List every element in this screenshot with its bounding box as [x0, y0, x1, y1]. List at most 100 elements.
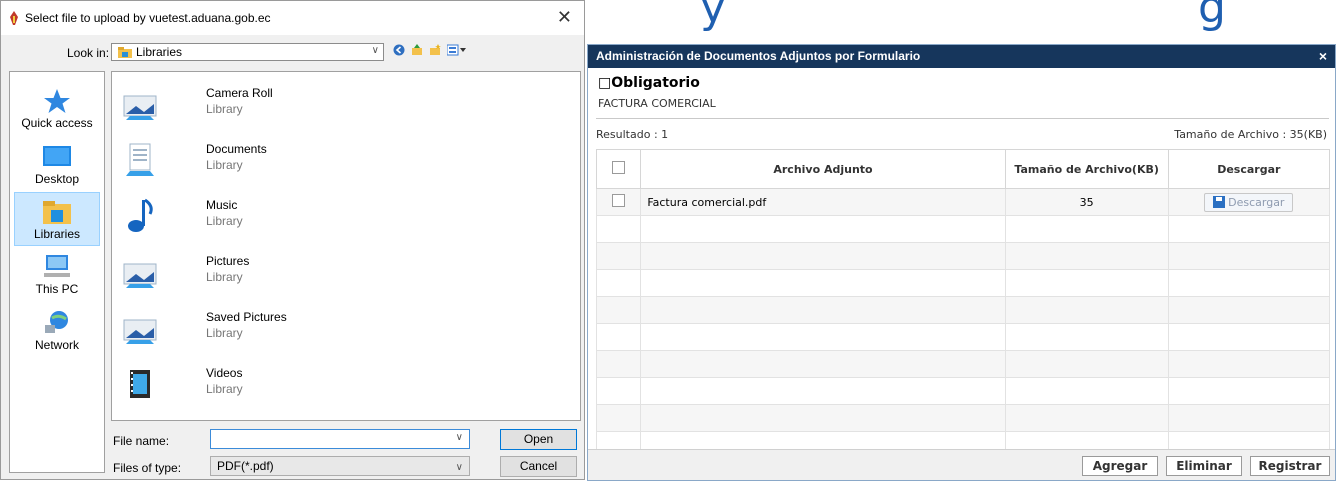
- panel-title: Administración de Documentos Adjuntos po…: [596, 49, 921, 63]
- place-this-pc[interactable]: This PC: [14, 248, 100, 302]
- videos-library-icon: [130, 370, 150, 398]
- result-count: Resultado : 1: [596, 128, 669, 141]
- file-name: Saved Pictures: [206, 310, 287, 324]
- dialog-title: Select file to upload by vuetest.aduana.…: [25, 11, 271, 25]
- file-type: Library: [206, 158, 243, 172]
- pictures-library-icon: [123, 263, 157, 288]
- documents-library-icon: [126, 143, 154, 176]
- place-libraries[interactable]: Libraries: [14, 192, 100, 246]
- column-header: Descargar: [1167, 149, 1331, 189]
- list-item[interactable]: Saved Pictures Library: [120, 306, 420, 358]
- file-name: Music: [206, 198, 238, 212]
- list-item[interactable]: Videos Library: [120, 362, 420, 414]
- table-header: Archivo Adjunto Tamaño de Archivo(KB) De…: [595, 149, 1331, 189]
- column-header: Tamaño de Archivo(KB): [1004, 149, 1169, 189]
- star-icon: [44, 89, 70, 113]
- place-label: Quick access: [21, 116, 93, 130]
- pictures-library-icon: [123, 319, 157, 344]
- empty-row: [595, 323, 1331, 351]
- close-icon[interactable]: ×: [1319, 45, 1327, 68]
- save-icon: [1213, 196, 1226, 208]
- background-partial-heading: yg: [700, 0, 1228, 33]
- file-name: Pictures: [206, 254, 250, 268]
- select-all-checkbox[interactable]: [612, 161, 626, 174]
- back-icon[interactable]: [393, 44, 405, 56]
- empty-row: [595, 377, 1331, 405]
- file-name-label: File name:: [113, 434, 170, 448]
- list-item[interactable]: Camera Roll Library: [120, 82, 420, 134]
- up-folder-icon[interactable]: [411, 44, 423, 56]
- file-name: Videos: [206, 366, 243, 380]
- new-folder-icon[interactable]: [429, 44, 441, 56]
- file-name-input[interactable]: ∨: [210, 429, 470, 449]
- nav-toolbar: [393, 44, 467, 56]
- place-network[interactable]: Network: [14, 304, 100, 358]
- place-label: Libraries: [33, 227, 81, 241]
- file-name: Camera Roll: [206, 86, 273, 100]
- look-in-label: Look in:: [67, 46, 110, 60]
- browser-icon: [10, 11, 18, 25]
- column-header: Archivo Adjunto: [640, 149, 1006, 189]
- file-type: Library: [206, 326, 243, 340]
- register-button[interactable]: Registrar: [1250, 456, 1330, 476]
- view-menu-icon[interactable]: [447, 44, 467, 56]
- total-size: Tamaño de Archivo : 35(KB): [1174, 128, 1327, 141]
- place-label: Network: [34, 338, 79, 352]
- empty-row: [595, 215, 1331, 243]
- divider: [596, 118, 1329, 119]
- file-list: Camera Roll Library Documents Library Mu…: [111, 71, 581, 421]
- size-cell: 35: [1004, 188, 1169, 216]
- select-all-checkbox-cell: [595, 149, 642, 189]
- delete-button[interactable]: Eliminar: [1166, 456, 1242, 476]
- file-type: Library: [206, 382, 243, 396]
- chevron-down-icon: ∨: [371, 45, 379, 56]
- empty-row: [595, 404, 1331, 432]
- look-in-row: Look in: Libraries ∨: [1, 41, 584, 65]
- attachments-table: Archivo Adjunto Tamaño de Archivo(KB) De…: [595, 149, 1331, 459]
- libraries-icon: [43, 201, 71, 224]
- open-button[interactable]: Open: [500, 429, 577, 450]
- file-type-row: Files of type: PDF(*.pdf) ∨ Cancel: [113, 456, 583, 478]
- look-in-dropdown[interactable]: Libraries ∨: [111, 43, 384, 61]
- place-label: This PC: [35, 282, 79, 296]
- place-label: Desktop: [34, 172, 80, 186]
- row-checkbox[interactable]: [612, 194, 626, 207]
- file-type-label: Files of type:: [113, 461, 182, 475]
- empty-row: [595, 242, 1331, 270]
- table-row: Factura comercial.pdf 35 Descargar: [595, 188, 1331, 216]
- required-heading: □Obligatorio: [598, 75, 700, 91]
- computer-icon: [44, 255, 70, 277]
- pictures-library-icon: [123, 95, 157, 120]
- file-upload-dialog: Select file to upload by vuetest.aduana.…: [0, 0, 585, 480]
- attachments-panel: Administración de Documentos Adjuntos po…: [587, 44, 1336, 481]
- chevron-down-icon[interactable]: ∨: [456, 432, 463, 443]
- file-cell: Factura comercial.pdf: [640, 188, 1006, 216]
- libraries-folder-icon: [118, 46, 132, 58]
- places-bar: Quick access Desktop Libraries This PC N…: [9, 71, 105, 473]
- list-item[interactable]: Pictures Library: [120, 250, 420, 302]
- place-desktop[interactable]: Desktop: [14, 138, 100, 192]
- file-type-select[interactable]: PDF(*.pdf) ∨: [210, 456, 470, 476]
- empty-row: [595, 296, 1331, 324]
- chevron-down-icon: ∨: [455, 462, 463, 473]
- panel-titlebar: Administración de Documentos Adjuntos po…: [588, 45, 1335, 68]
- file-type: Library: [206, 270, 243, 284]
- dialog-titlebar: Select file to upload by vuetest.aduana.…: [1, 1, 584, 35]
- download-button[interactable]: Descargar: [1204, 192, 1294, 212]
- desktop-icon: [43, 146, 71, 166]
- document-type-label: FACTURA COMERCIAL: [598, 97, 716, 110]
- music-library-icon: [128, 198, 153, 232]
- empty-row: [595, 269, 1331, 297]
- network-icon: [45, 311, 68, 333]
- panel-footer: Agregar Eliminar Registrar: [588, 449, 1335, 480]
- place-quick-access[interactable]: Quick access: [14, 82, 100, 136]
- add-button[interactable]: Agregar: [1082, 456, 1158, 476]
- file-type: Library: [206, 102, 243, 116]
- file-name: Documents: [206, 142, 267, 156]
- look-in-value: Libraries: [136, 45, 183, 59]
- list-item[interactable]: Documents Library: [120, 138, 420, 190]
- list-item[interactable]: Music Library: [120, 194, 420, 246]
- file-name-row: File name: ∨ Open: [113, 429, 583, 451]
- close-icon[interactable]: ✕: [557, 7, 572, 28]
- cancel-button[interactable]: Cancel: [500, 456, 577, 477]
